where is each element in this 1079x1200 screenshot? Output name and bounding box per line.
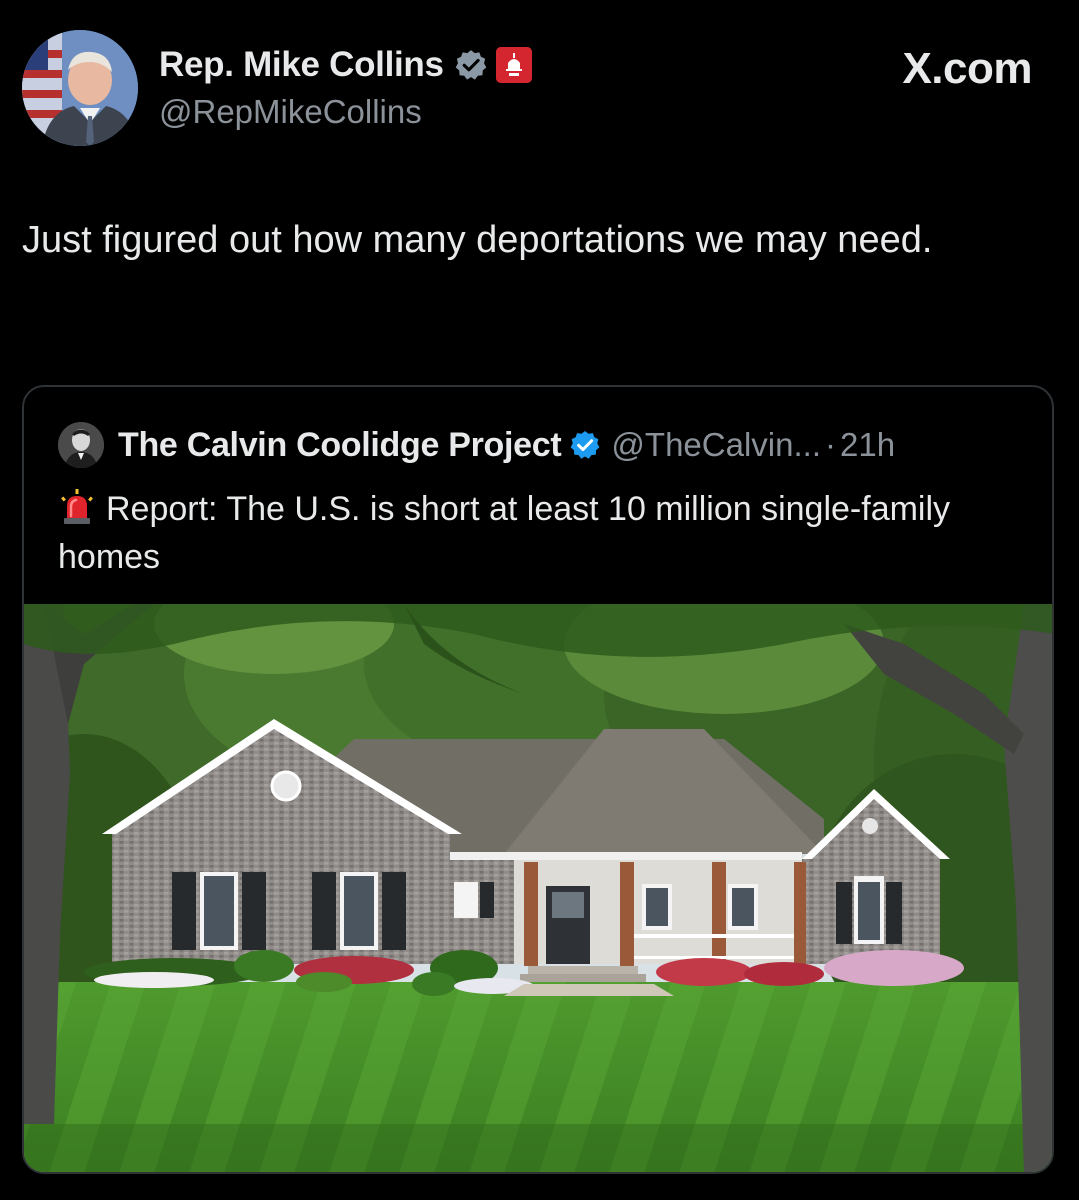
quoted-author-handle[interactable]: @TheCalvin... [611, 426, 821, 464]
quoted-tweet-card[interactable]: The Calvin Coolidge Project @TheCalvin..… [22, 385, 1054, 1174]
quoted-tweet-text-block: Report: The U.S. is short at least 10 mi… [58, 485, 1018, 581]
author-name-row: Rep. Mike Collins [159, 44, 532, 86]
tweet-text: Just figured out how many deportations w… [22, 219, 933, 261]
tweet-header: Rep. Mike Collins @RepMikeCollins X.com [22, 30, 1057, 150]
author-avatar[interactable] [22, 30, 138, 146]
quoted-tweet-text: Report: The U.S. is short at least 10 mi… [58, 490, 951, 576]
author-handle[interactable]: @RepMikeCollins [159, 93, 422, 131]
quoted-tweet-time[interactable]: 21h [840, 426, 895, 464]
verified-check-icon [569, 429, 601, 461]
house-photo[interactable] [24, 604, 1052, 1172]
quoted-tweet-header: The Calvin Coolidge Project @TheCalvin..… [58, 421, 895, 469]
x-com-label: X.com [902, 44, 1032, 93]
quoted-author-name[interactable]: The Calvin Coolidge Project [118, 426, 562, 465]
verified-check-icon [454, 48, 488, 82]
capitol-gop-badge-icon[interactable] [495, 47, 532, 83]
quoted-author-avatar[interactable] [58, 422, 104, 468]
separator-dot: · [825, 426, 836, 463]
author-name[interactable]: Rep. Mike Collins [159, 45, 444, 85]
siren-icon [58, 488, 96, 526]
